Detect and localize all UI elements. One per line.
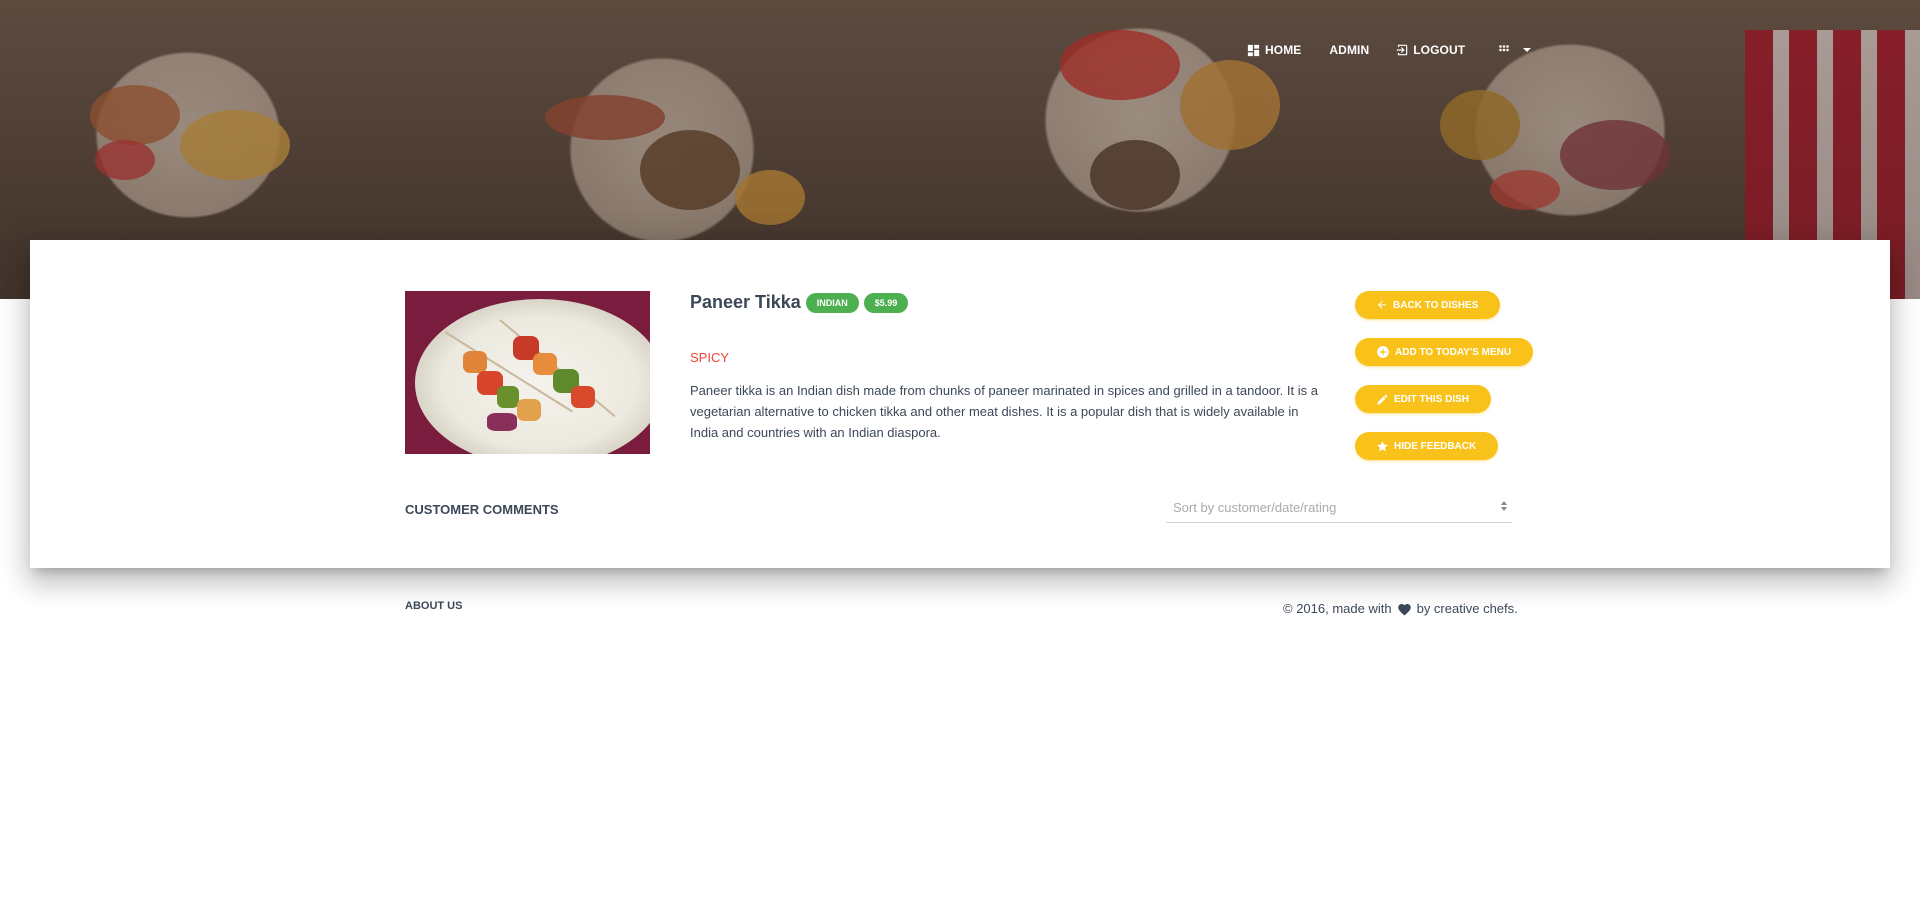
food-decor — [571, 386, 595, 408]
copyright-prefix: © 2016, made with — [1283, 601, 1392, 616]
nav-home-label: HOME — [1265, 43, 1302, 57]
dish-title-row: Paneer Tikka INDIAN $5.99 — [690, 292, 913, 313]
dashboard-icon — [1247, 44, 1260, 56]
sort-comments-select[interactable]: Sort by customer/date/rating — [1166, 493, 1512, 523]
sort-comments-placeholder: Sort by customer/date/rating — [1173, 500, 1337, 515]
food-decor — [517, 399, 541, 421]
dish-description: Paneer tikka is an Indian dish made from… — [690, 383, 1318, 440]
cuisine-badge: INDIAN — [805, 292, 859, 313]
add-to-menu-label: ADD TO TODAY'S MENU — [1395, 346, 1512, 358]
select-arrows-icon — [1501, 501, 1507, 511]
nav-admin[interactable]: ADMIN — [1329, 43, 1369, 57]
food-decor — [463, 351, 487, 373]
back-to-dishes-button[interactable]: BACK TO DISHES — [1355, 291, 1501, 319]
food-decor — [487, 413, 517, 431]
about-us-link[interactable]: ABOUT US — [405, 600, 462, 612]
edit-dish-label: EDIT THIS DISH — [1394, 393, 1470, 405]
star-icon — [1377, 440, 1388, 451]
back-to-dishes-label: BACK TO DISHES — [1393, 299, 1479, 311]
top-nav: HOME ADMIN LOGOUT — [1246, 40, 1532, 60]
add-circle-icon — [1377, 346, 1389, 358]
caret-down-icon — [1523, 48, 1532, 52]
food-decor — [497, 386, 519, 408]
apps-icon — [1499, 45, 1509, 52]
hide-feedback-label: HIDE FEEDBACK — [1394, 440, 1477, 452]
edit-dish-button[interactable]: EDIT THIS DISH — [1355, 385, 1492, 413]
heart-icon — [1397, 603, 1411, 615]
nav-logout-label: LOGOUT — [1413, 43, 1466, 57]
nav-logout[interactable]: LOGOUT — [1395, 43, 1465, 57]
nav-admin-label: ADMIN — [1329, 43, 1370, 57]
plate-decor — [415, 299, 650, 454]
hide-feedback-button[interactable]: HIDE FEEDBACK — [1355, 432, 1499, 460]
nav-home[interactable]: HOME — [1246, 43, 1301, 58]
dish-detail-card: Paneer Tikka INDIAN $5.99 SPICY Paneer t… — [30, 240, 1890, 568]
dish-title: Paneer Tikka — [690, 292, 801, 312]
dish-image — [405, 291, 650, 454]
customer-comments-title: CUSTOMER COMMENTS — [405, 502, 559, 517]
login-icon — [1396, 44, 1408, 56]
price-badge: $5.99 — [863, 292, 909, 313]
edit-icon — [1377, 394, 1388, 404]
spicy-label: SPICY — [690, 350, 730, 365]
arrow-back-icon — [1378, 301, 1386, 309]
add-to-menu-button[interactable]: ADD TO TODAY'S MENU — [1355, 338, 1534, 366]
dish-actions: BACK TO DISHES ADD TO TODAY'S MENU EDIT … — [1355, 291, 1534, 479]
copyright: © 2016, made with by creative chefs. — [1283, 601, 1518, 616]
apps-menu-toggle[interactable] — [1497, 43, 1532, 57]
copyright-suffix: by creative chefs. — [1416, 601, 1518, 616]
